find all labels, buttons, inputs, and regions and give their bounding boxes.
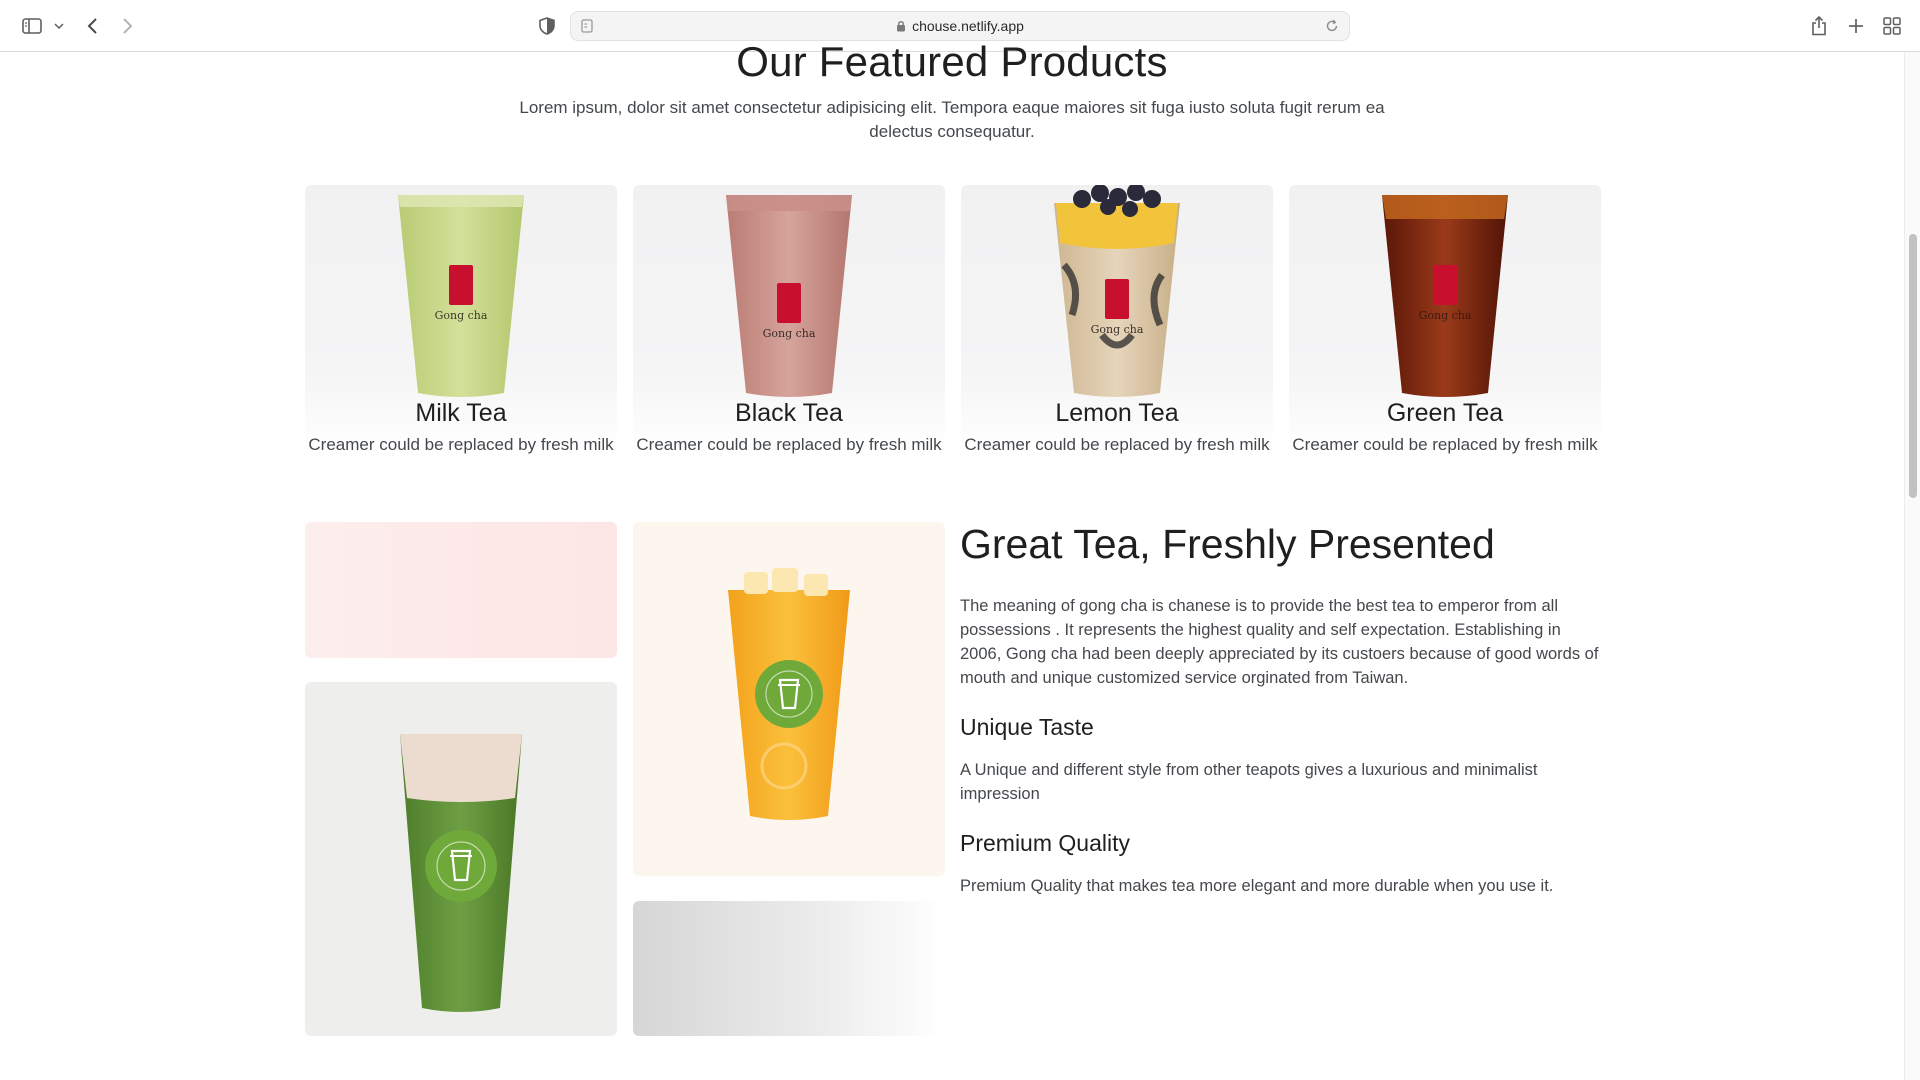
about-title: Great Tea, Freshly Presented — [960, 521, 1495, 567]
page-scrollbar[interactable] — [1904, 52, 1920, 1080]
feature-title-premium-quality: Premium Quality — [960, 830, 1130, 856]
tab-overview-icon[interactable] — [1881, 12, 1903, 40]
forward-arrow-icon[interactable] — [118, 12, 138, 40]
page-icon — [581, 19, 593, 33]
gallery-image-matcha — [305, 682, 617, 1036]
cup-label: Gong cha — [763, 327, 816, 340]
product-description: Creamer could be replaced by fresh milk — [308, 435, 614, 454]
product-card[interactable]: Gong cha Green Tea Creamer could be repl… — [1289, 185, 1601, 465]
product-name: Green Tea — [1386, 399, 1504, 427]
product-card[interactable]: Gong cha Milk Tea Creamer could be repla… — [305, 185, 617, 465]
privacy-shield-icon[interactable] — [536, 12, 558, 40]
gallery-image-pink — [305, 522, 617, 658]
lock-icon — [896, 20, 906, 32]
product-name: Milk Tea — [415, 399, 507, 427]
reload-icon[interactable] — [1325, 19, 1339, 33]
sidebar-toggle-icon[interactable] — [20, 12, 44, 40]
milk-tea-cup-icon: Gong cha — [398, 195, 524, 397]
about-text: The meaning of gong cha is chanese is to… — [960, 597, 1599, 687]
product-name: Lemon Tea — [1055, 399, 1179, 427]
product-description: Creamer could be replaced by fresh milk — [636, 435, 942, 454]
green-tea-cup-icon: Gong cha — [1382, 195, 1508, 397]
feature-text-premium-quality: Premium Quality that makes tea more eleg… — [960, 877, 1554, 895]
lemon-tea-cup-icon: Gong cha — [1054, 185, 1180, 397]
featured-section-title: Our Featured Products — [736, 38, 1168, 85]
chevron-down-icon[interactable] — [52, 12, 66, 40]
cup-label: Gong cha — [435, 309, 488, 322]
gallery-image-gray — [633, 901, 945, 1036]
product-description: Creamer could be replaced by fresh milk — [964, 435, 1270, 454]
product-card[interactable]: Gong cha Black Tea Creamer could be repl… — [633, 185, 945, 465]
orange-drink-cup-icon — [728, 568, 850, 820]
new-tab-icon[interactable] — [1845, 12, 1867, 40]
back-arrow-icon[interactable] — [82, 12, 102, 40]
url-text[interactable]: chouse.netlify.app — [912, 18, 1024, 34]
product-card[interactable]: Gong cha Lemon Tea Creamer could be repl… — [961, 185, 1273, 465]
cup-label: Gong cha — [1091, 323, 1144, 336]
featured-section-subtitle: Lorem ipsum, dolor sit amet consectetur … — [519, 98, 1385, 141]
gallery-image-orange — [633, 522, 945, 876]
cup-label: Gong cha — [1419, 309, 1472, 322]
product-name: Black Tea — [735, 399, 843, 427]
matcha-cup-icon — [400, 734, 522, 1012]
scrollbar-thumb[interactable] — [1909, 234, 1917, 498]
share-icon[interactable] — [1808, 12, 1830, 40]
product-description: Creamer could be replaced by fresh milk — [1292, 435, 1598, 454]
feature-text-unique-taste: A Unique and different style from other … — [960, 761, 1538, 803]
feature-title-unique-taste: Unique Taste — [960, 714, 1094, 740]
black-tea-cup-icon: Gong cha — [726, 195, 852, 397]
address-bar[interactable]: chouse.netlify.app — [570, 11, 1350, 41]
